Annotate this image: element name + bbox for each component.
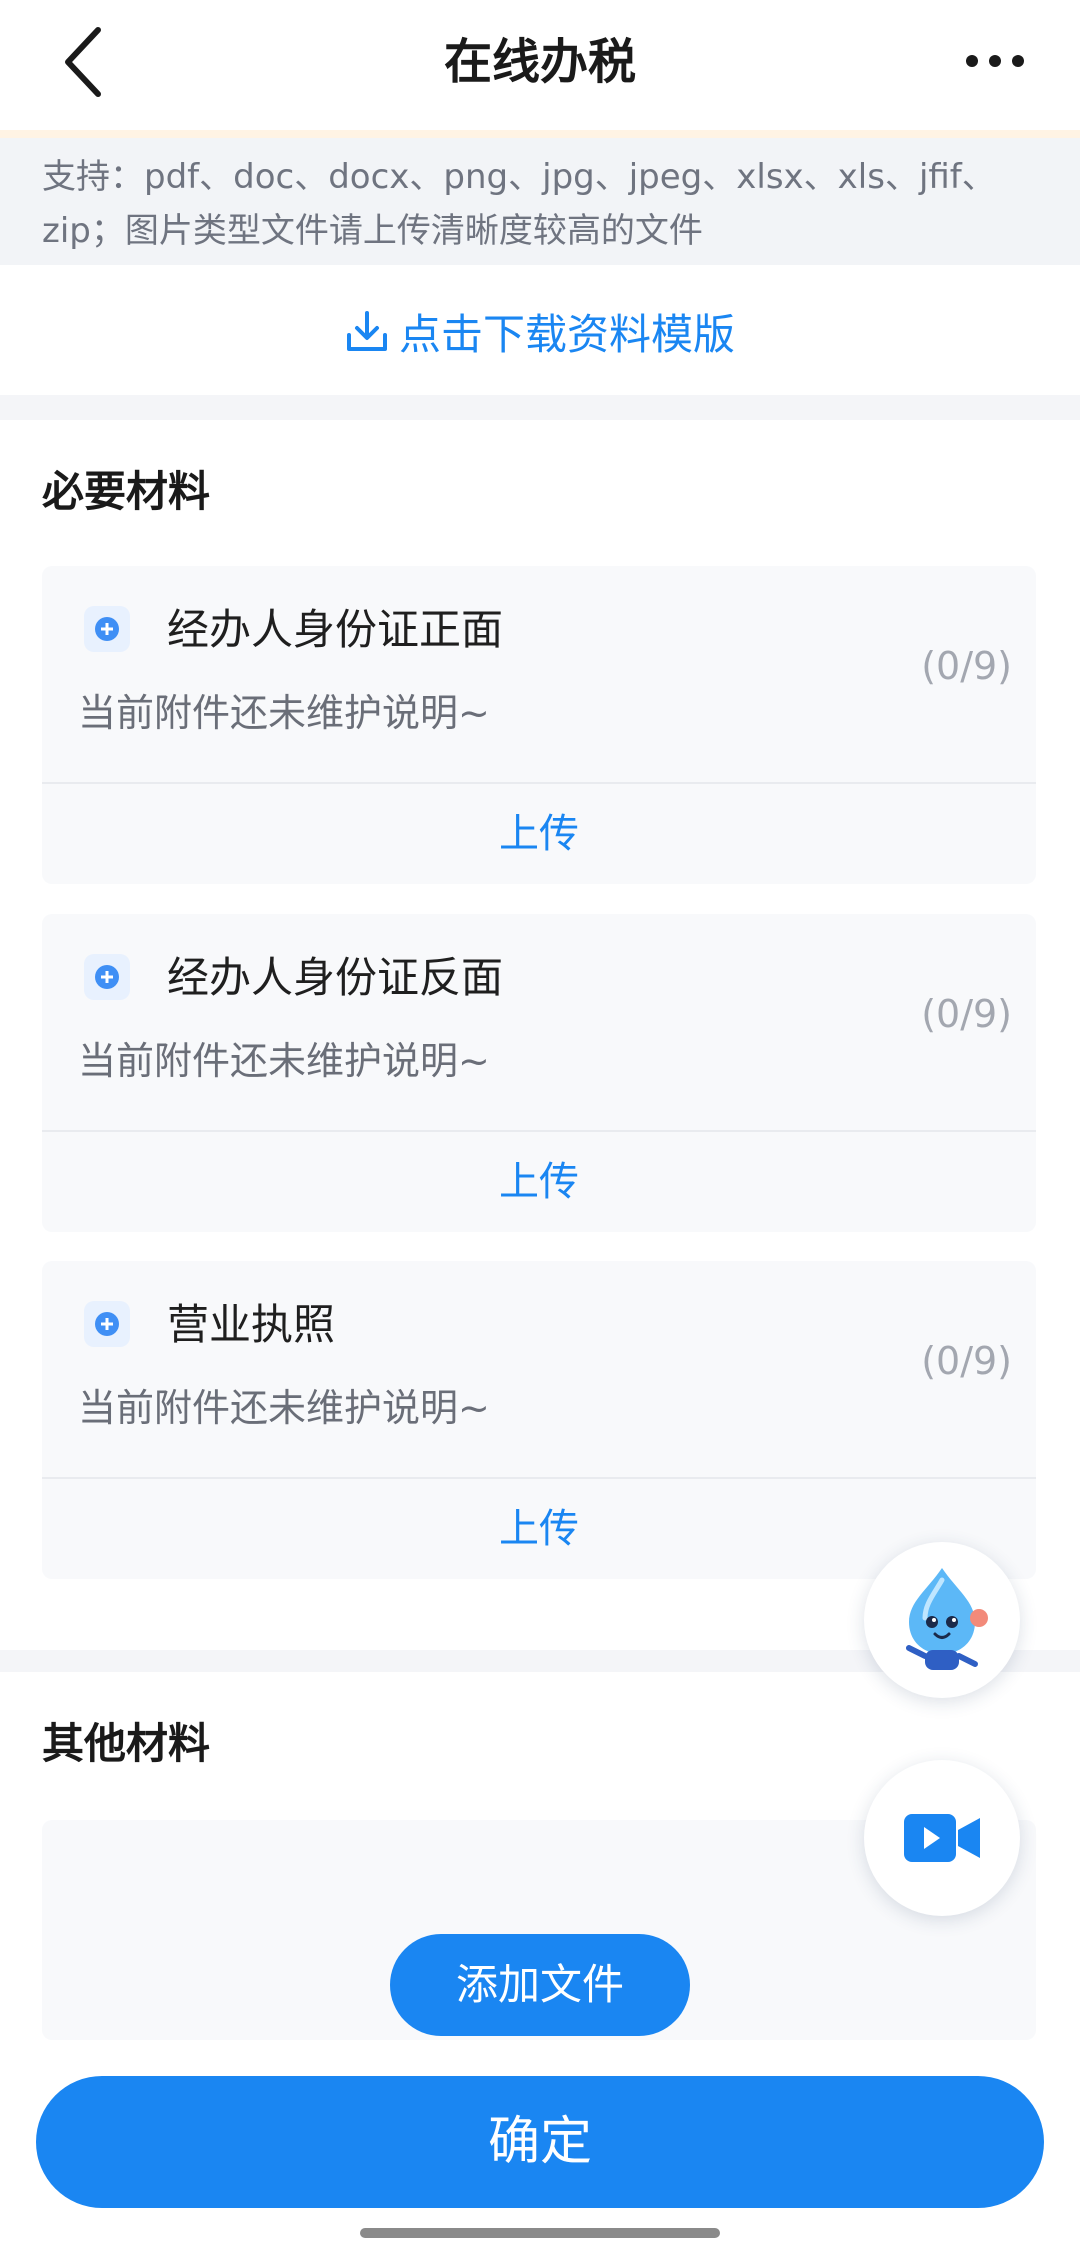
header-bar	[0, 0, 1080, 130]
assistant-mascot-icon	[906, 1568, 988, 1670]
add-file-button[interactable]: 添加文件	[390, 1934, 690, 2036]
material-title: 经办人身份证正面	[167, 605, 504, 654]
material-count: (0/9)	[921, 992, 1012, 1036]
more-dots-icon[interactable]	[950, 36, 1040, 86]
material-count: (0/9)	[921, 644, 1012, 688]
add-file-icon	[84, 1301, 130, 1347]
notice-accent-bar	[0, 130, 1080, 138]
upload-button[interactable]: 上传	[42, 1132, 1036, 1232]
material-count: (0/9)	[921, 1339, 1012, 1383]
notice-text: 支持：pdf、doc、docx、png、jpg、jpeg、xlsx、xls、jf…	[42, 157, 996, 251]
add-file-icon	[84, 954, 130, 1000]
material-title: 营业执照	[167, 1300, 336, 1349]
material-card: 经办人身份证正面 (0/9) 当前附件还未维护说明~ 上传	[42, 566, 1036, 884]
other-materials-title: 其他材料	[42, 1719, 211, 1768]
download-template-label[interactable]: 点击下载资料模版	[399, 301, 735, 362]
assistant-button[interactable]	[864, 1542, 1020, 1698]
required-materials-title: 必要材料	[42, 467, 211, 516]
download-template-link[interactable]: 点击下载资料模版	[0, 296, 1080, 366]
download-icon	[346, 311, 387, 351]
upload-button[interactable]: 上传	[42, 784, 1036, 884]
material-description: 当前附件还未维护说明~	[78, 691, 490, 735]
material-card: 经办人身份证反面 (0/9) 当前附件还未维护说明~ 上传	[42, 914, 1036, 1232]
chevron-left-icon[interactable]	[50, 22, 120, 102]
material-description: 当前附件还未维护说明~	[78, 1039, 490, 1083]
confirm-button[interactable]: 确定	[36, 2076, 1044, 2208]
home-indicator	[360, 2228, 720, 2238]
material-title: 经办人身份证反面	[167, 953, 504, 1002]
video-call-button[interactable]	[864, 1760, 1020, 1916]
material-description: 当前附件还未维护说明~	[78, 1386, 490, 1430]
video-camera-icon	[904, 1814, 980, 1862]
add-file-icon	[84, 606, 130, 652]
material-card: 营业执照 (0/9) 当前附件还未维护说明~ 上传	[42, 1261, 1036, 1579]
